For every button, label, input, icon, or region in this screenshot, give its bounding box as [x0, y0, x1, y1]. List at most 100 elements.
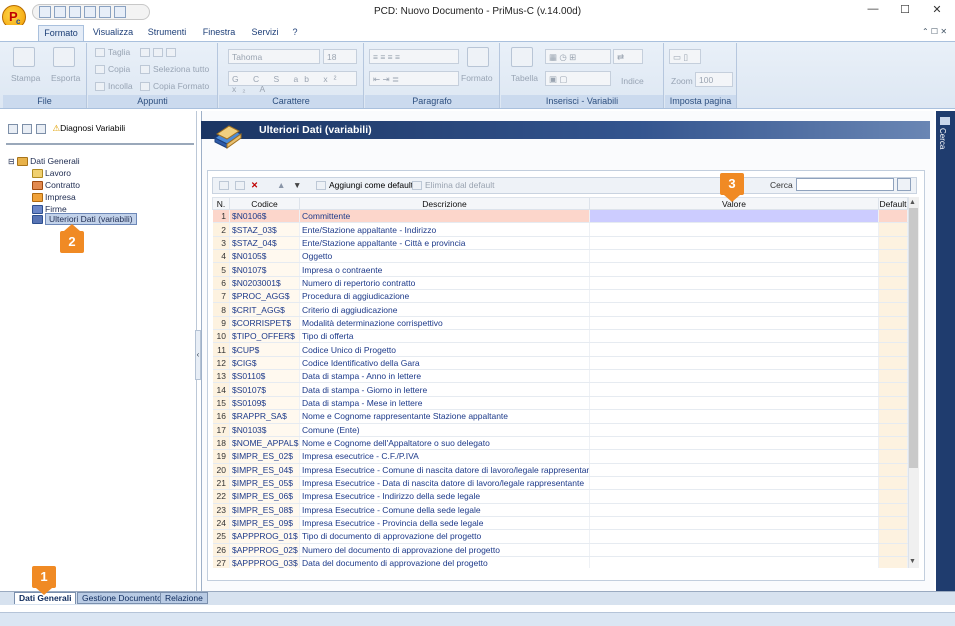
table-row[interactable]: 2 $STAZ_03$ Ente/Stazione appaltante - Ind…	[212, 222, 908, 237]
table-row[interactable]: 1 $N0106$ Committente	[212, 209, 908, 224]
value-cell[interactable]	[589, 436, 879, 451]
incolla-button[interactable]: Incolla	[95, 81, 133, 92]
table-row[interactable]: 16 $RAPPR_SA$ Nome e Cognome rappresentant…	[212, 409, 908, 424]
value-cell[interactable]	[589, 329, 879, 344]
esporta-button[interactable]: Esporta	[51, 73, 80, 83]
table-row[interactable]: 9 $CORRISPET$ Modalità determinazione corr…	[212, 316, 908, 331]
undo-redo-icons[interactable]	[140, 47, 179, 58]
table-row[interactable]: 17 $N0103$ Comune (Ente)	[212, 423, 908, 437]
move-down-icon[interactable]: ▼	[293, 180, 301, 190]
table-row[interactable]: 3 $STAZ_04$ Ente/Stazione appaltante - Cit…	[212, 236, 908, 251]
table-row[interactable]: 10 $TIPO_OFFER$ Tipo di offerta	[212, 329, 908, 344]
value-cell[interactable]	[589, 476, 879, 491]
value-cell[interactable]	[589, 236, 879, 251]
table-row[interactable]: 8 $CRIT_AGG$ Criterio di aggiudicazione	[212, 302, 908, 317]
stampa-button[interactable]: Stampa	[11, 73, 40, 83]
default-cell[interactable]	[878, 516, 908, 531]
format-buttons[interactable]: G C S ab x² x₂ A	[228, 71, 357, 94]
default-cell[interactable]	[878, 476, 908, 491]
table-row[interactable]: 7 $PROC_AGG$ Procedura di aggiudicazione	[212, 289, 908, 304]
default-cell[interactable]	[878, 329, 908, 344]
value-cell[interactable]	[589, 449, 879, 464]
side-search-panel[interactable]	[936, 111, 955, 591]
font-select[interactable]: Tahoma	[228, 49, 320, 64]
tree-item-lavoro[interactable]: Lavoro	[32, 168, 71, 179]
tree-root-dati-generali[interactable]: ⊟ Dati Generali	[8, 156, 80, 167]
tab-finestra[interactable]: Finestra	[198, 25, 240, 41]
collapse-toggle-icon[interactable]: ⊟	[8, 157, 15, 166]
table-row[interactable]: 20 $IMPR_ES_04$ Impresa Esecutrice - Comun…	[212, 463, 908, 477]
tab-visualizza[interactable]: Visualizza	[88, 25, 138, 41]
value-cell[interactable]	[589, 556, 879, 568]
minimize-button[interactable]: —	[858, 3, 888, 19]
default-cell[interactable]	[878, 222, 908, 237]
value-cell[interactable]	[589, 222, 879, 237]
value-cell[interactable]	[589, 276, 879, 291]
table-row[interactable]: 6 $N0203001$ Numero di repertorio contratt…	[212, 276, 908, 291]
default-cell[interactable]	[878, 316, 908, 331]
import-icon[interactable]	[36, 123, 46, 134]
value-cell[interactable]	[589, 342, 879, 357]
value-cell[interactable]	[589, 396, 879, 411]
table-row[interactable]: 12 $CIG$ Codice Identificativo della Gara	[212, 356, 908, 371]
alignment-buttons[interactable]: ≡ ≡ ≡ ≡	[369, 49, 459, 64]
default-cell[interactable]	[878, 463, 908, 477]
add-row-icon[interactable]	[219, 180, 232, 191]
table-row[interactable]: 11 $CUP$ Codice Unico di Progetto	[212, 342, 908, 357]
insert-icons[interactable]: ▦ ◷ ⊞	[545, 49, 611, 64]
default-cell[interactable]	[878, 556, 908, 568]
default-cell[interactable]	[878, 302, 908, 317]
tab-formato[interactable]: Formato	[38, 25, 84, 41]
default-cell[interactable]	[878, 543, 908, 557]
scroll-down-icon[interactable]: ▼	[909, 558, 916, 565]
value-cell[interactable]	[589, 423, 879, 437]
default-cell[interactable]	[878, 449, 908, 464]
tree-item-impresa[interactable]: Impresa	[32, 192, 76, 203]
table-row[interactable]: 14 $S0107$ Data di stampa - Giorno in lett…	[212, 382, 908, 397]
value-cell[interactable]	[589, 262, 879, 277]
default-cell[interactable]	[878, 262, 908, 277]
table-row[interactable]: 26 $APPPROG_02$ Numero del documento di ap…	[212, 543, 908, 557]
zoom-input[interactable]: 100	[695, 72, 733, 87]
expand-all-icon[interactable]	[8, 123, 18, 134]
default-cell[interactable]	[878, 276, 908, 291]
value-cell[interactable]	[589, 316, 879, 331]
default-cell[interactable]	[878, 342, 908, 357]
default-cell[interactable]	[878, 369, 908, 384]
search-input[interactable]	[796, 178, 894, 191]
tabella-button[interactable]: Tabella	[511, 73, 538, 83]
default-cell[interactable]	[878, 382, 908, 397]
value-cell[interactable]	[589, 302, 879, 317]
table-row[interactable]: 13 $S0110$ Data di stampa - Anno in letter…	[212, 369, 908, 384]
table-row[interactable]: 4 $N0105$ Oggetto	[212, 249, 908, 264]
table-row[interactable]: 25 $APPPROG_01$ Tipo di documento di appro…	[212, 529, 908, 544]
value-cell[interactable]	[589, 503, 879, 517]
insert-image-icons[interactable]: ▣ ▢	[545, 71, 611, 86]
default-cell[interactable]	[878, 436, 908, 451]
search-icon[interactable]	[897, 178, 911, 191]
value-cell[interactable]	[589, 382, 879, 397]
move-up-icon[interactable]: ▲	[277, 180, 285, 190]
tab-strumenti[interactable]: Strumenti	[144, 25, 190, 41]
close-button[interactable]: ✕	[922, 3, 952, 19]
diagnosi-variabili-button[interactable]: ⚠Diagnosi Variabili	[53, 123, 126, 133]
value-cell[interactable]	[589, 529, 879, 544]
default-cell[interactable]	[878, 529, 908, 544]
default-cell[interactable]	[878, 423, 908, 437]
collapse-all-icon[interactable]	[22, 123, 32, 134]
formato-button[interactable]: Formato	[461, 73, 493, 83]
table-row[interactable]: 22 $IMPR_ES_06$ Impresa Esecutrice - Indir…	[212, 489, 908, 504]
indice-button[interactable]: Indice	[621, 76, 644, 86]
column-header[interactable]: Default	[878, 197, 908, 210]
table-row[interactable]: 24 $IMPR_ES_09$ Impresa Esecutrice - Provi…	[212, 516, 908, 531]
seleziona-tutto-button[interactable]: Seleziona tutto	[140, 64, 209, 75]
table-row[interactable]: 19 $IMPR_ES_02$ Impresa esecutrice - C.F./…	[212, 449, 908, 464]
elimina-default-button[interactable]: Elimina dal default	[412, 180, 494, 191]
value-cell[interactable]	[589, 543, 879, 557]
tab-gestione-documento[interactable]: Gestione Documento	[77, 592, 167, 604]
scroll-up-icon[interactable]: ▲	[909, 199, 916, 206]
default-cell[interactable]	[878, 396, 908, 411]
tab-help[interactable]: ?	[288, 25, 302, 41]
tab-relazione[interactable]: Relazione	[160, 592, 208, 604]
copia-formato-button[interactable]: Copia Formato	[140, 81, 209, 92]
